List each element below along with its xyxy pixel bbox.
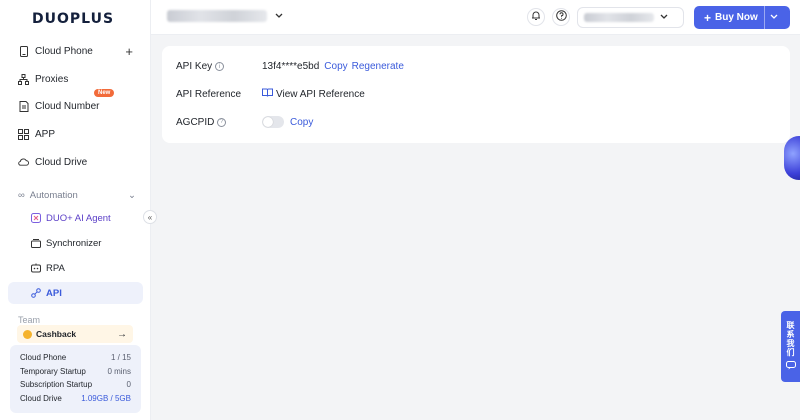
plus-icon: +: [704, 10, 712, 25]
sidebar-item-cloud-phone[interactable]: Cloud Phone +: [8, 40, 143, 62]
account-name-redacted: [584, 13, 654, 22]
sidebar-item-label: Cloud Number: [35, 100, 100, 112]
account-selector[interactable]: [577, 7, 684, 28]
workspace-name-redacted: [167, 10, 267, 22]
toggle-knob: [263, 117, 273, 127]
copy-agcpid-button[interactable]: Copy: [290, 117, 313, 128]
info-icon[interactable]: i: [215, 62, 225, 71]
buy-now-label: Buy Now: [715, 12, 758, 23]
sidebar-item-label: Cloud Drive: [35, 156, 88, 168]
chevron-down-icon: ⌄: [128, 190, 136, 201]
sidebar-item-proxies[interactable]: Proxies: [8, 68, 143, 90]
sidebar-item-label: APP: [35, 128, 56, 140]
api-reference-row: API Reference View API Reference: [176, 88, 365, 100]
stat-value: 1.09GB / 5GB: [81, 394, 131, 404]
api-key-value: 13f4****e5bd: [262, 61, 320, 72]
workspace-selector[interactable]: [167, 10, 283, 22]
help-button[interactable]: [552, 8, 570, 26]
sidebar-item-api[interactable]: API: [8, 282, 143, 304]
network-icon: [18, 73, 29, 85]
chat-icon: [785, 361, 796, 373]
add-icon[interactable]: +: [125, 44, 133, 59]
agcpid-row: AGCPID ? Copy: [176, 116, 313, 128]
contact-us-label: 联系我们: [786, 321, 795, 357]
stat-value: 0 mins: [107, 366, 131, 376]
sidebar-item-label: DUO+ AI Agent: [46, 212, 111, 224]
sidebar-item-label: Cloud Phone: [35, 45, 93, 57]
sidebar-item-label: RPA: [46, 262, 65, 274]
cashback-button[interactable]: Cashback →: [17, 325, 133, 343]
stat-row: Temporary Startup 0 mins: [20, 365, 131, 379]
sidebar-item-team[interactable]: Team: [18, 315, 40, 325]
sidebar: DUOPLUS Cloud Phone + Proxies Cloud Numb…: [0, 0, 151, 420]
agcpid-toggle[interactable]: [262, 116, 284, 128]
book-icon: [262, 88, 273, 100]
sidebar-item-ai-agent[interactable]: DUO+ AI Agent: [8, 207, 143, 229]
stat-row: Cloud Phone 1 / 15: [20, 351, 131, 365]
sim-icon: [18, 100, 29, 112]
sidebar-item-label: API: [46, 287, 62, 299]
api-key-row: API Key i 13f4****e5bd Copy Regenerate: [176, 61, 404, 72]
stat-value: 0: [126, 380, 131, 390]
new-badge: New: [94, 89, 115, 97]
grid-icon: [18, 128, 29, 140]
contact-us-tab[interactable]: 联系我们: [781, 311, 800, 382]
notifications-button[interactable]: [527, 8, 545, 26]
stat-row: Subscription Startup 0: [20, 378, 131, 392]
chevron-down-icon: [275, 11, 283, 22]
button-divider: [764, 6, 765, 29]
infinity-icon: ∞: [18, 190, 25, 201]
logo: DUOPLUS: [32, 11, 115, 27]
collapse-sidebar-button[interactable]: «: [143, 210, 157, 224]
api-settings-card: API Key i 13f4****e5bd Copy Regenerate A…: [162, 46, 790, 143]
phone-icon: [18, 45, 29, 57]
sidebar-item-cloud-number[interactable]: Cloud Number New: [8, 89, 143, 117]
stat-label: Temporary Startup: [20, 366, 86, 376]
sidebar-item-synchronizer[interactable]: Synchronizer: [8, 232, 143, 254]
help-icon: [555, 10, 567, 24]
assistant-orb[interactable]: [784, 136, 800, 180]
agcpid-label-group: AGCPID ?: [176, 117, 262, 128]
api-reference-label: API Reference: [176, 88, 242, 100]
stat-value: 1 / 15: [110, 353, 131, 362]
chevron-down-icon[interactable]: [770, 12, 778, 25]
sidebar-item-app[interactable]: APP: [8, 123, 143, 145]
sidebar-item-label: Synchronizer: [46, 237, 102, 249]
usage-stats-panel: Cloud Phone 1 / 15 Temporary Startup 0 m…: [10, 345, 141, 413]
top-bar: + Buy Now: [151, 0, 800, 35]
copy-api-key-button[interactable]: Copy: [324, 61, 347, 72]
cloud-icon: [18, 157, 29, 168]
view-api-reference-label: View API Reference: [276, 88, 365, 100]
sidebar-item-rpa[interactable]: RPA: [8, 257, 143, 279]
stat-row: Cloud Drive 1.09GB / 5GB: [20, 392, 131, 406]
regenerate-button[interactable]: Regenerate: [352, 61, 404, 72]
bell-icon: [531, 10, 541, 24]
api-key-label-group: API Key i: [176, 61, 262, 72]
stat-label: Cloud Drive: [20, 394, 62, 404]
coin-icon: [23, 329, 32, 339]
stat-label: Subscription Startup: [20, 380, 93, 390]
agcpid-label: AGCPID: [176, 116, 215, 128]
api-icon: [31, 288, 41, 298]
sidebar-item-label: Proxies: [35, 73, 69, 85]
buy-now-button[interactable]: + Buy Now: [694, 6, 790, 29]
cashback-label: Cashback: [36, 329, 77, 339]
automation-section-header[interactable]: ∞ Automation ⌄: [18, 190, 136, 201]
stat-label: Cloud Phone: [20, 353, 67, 362]
ai-icon: [31, 213, 41, 223]
view-api-reference-link[interactable]: View API Reference: [262, 88, 365, 100]
section-label: Automation: [29, 190, 78, 201]
sync-icon: [31, 238, 41, 248]
chevron-down-icon: [660, 12, 668, 23]
help-icon[interactable]: ?: [217, 117, 227, 127]
api-key-label: API Key: [176, 61, 213, 72]
rpa-icon: [31, 263, 41, 273]
sidebar-item-cloud-drive[interactable]: Cloud Drive: [8, 151, 143, 173]
arrow-right-icon: →: [117, 328, 127, 340]
